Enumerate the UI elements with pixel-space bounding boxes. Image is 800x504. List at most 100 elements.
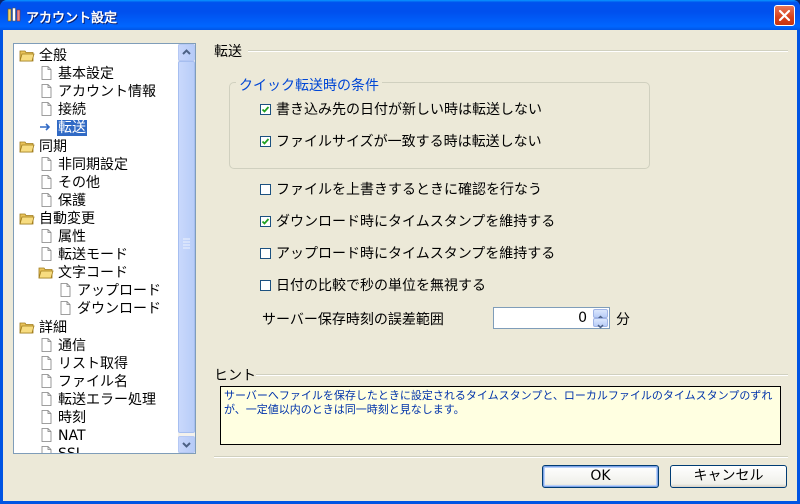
tree-item-label: 同期 (39, 138, 67, 155)
checkbox-box[interactable] (260, 248, 271, 259)
page-icon (38, 373, 54, 388)
page-icon (38, 355, 54, 370)
tree-item-label: 通信 (58, 337, 86, 354)
tree-item[interactable]: 転送 (38, 119, 87, 137)
page-icon (38, 446, 54, 453)
tree-item-label: 転送モード (58, 247, 128, 264)
tree-item[interactable]: 文字コード (38, 264, 129, 282)
tree-item-label: リスト取得 (58, 355, 128, 372)
tree-item[interactable]: NAT (38, 427, 87, 445)
tree-scrollbar[interactable] (178, 44, 195, 453)
tree-item[interactable]: 転送エラー処理 (38, 391, 157, 409)
tree-item[interactable]: 通信 (38, 337, 87, 355)
tree-item-label: 接続 (58, 102, 86, 119)
tree-item-label: 時刻 (58, 410, 86, 426)
spin-down-button[interactable] (593, 318, 608, 329)
checkbox-label: ファイルサイズが一致する時は転送しない (276, 134, 542, 150)
tree-item[interactable]: アカウント情報 (38, 83, 157, 101)
tree-item[interactable]: SSL (38, 445, 85, 453)
page-icon (57, 301, 73, 316)
tree-item[interactable]: 非同期設定 (38, 156, 129, 174)
account-settings-icon (7, 7, 21, 22)
chevron-down-icon (182, 442, 191, 448)
tree-item[interactable]: 保護 (38, 192, 87, 210)
tree-item-label: 詳細 (39, 319, 67, 336)
title-bar[interactable]: アカウント設定 (0, 0, 800, 30)
page-icon (38, 192, 54, 207)
checkbox-skip-same-size[interactable]: ファイルサイズが一致する時は転送しない (260, 133, 542, 151)
ok-button[interactable]: OK (542, 465, 659, 488)
tree-item[interactable]: 接続 (38, 101, 87, 119)
tree-item[interactable]: ファイル名 (38, 373, 129, 391)
checkbox-box[interactable] (260, 104, 271, 115)
tree-item[interactable]: リスト取得 (38, 355, 129, 373)
checkbox-box[interactable] (260, 184, 271, 195)
checkmark-icon (261, 106, 270, 113)
checkbox-ignore-seconds[interactable]: 日付の比較で秒の単位を無視する (260, 277, 486, 295)
tree-item-label: 保護 (58, 192, 86, 209)
checkbox-skip-newer[interactable]: 書き込み先の日付が新しい時は転送しない (260, 101, 542, 119)
tree-item[interactable]: 基本設定 (38, 65, 115, 83)
tree-item-label: その他 (58, 174, 100, 191)
tree-item-label: 基本設定 (58, 66, 114, 83)
tree-item[interactable]: 属性 (38, 228, 87, 246)
arrow-icon (38, 120, 54, 134)
folder-open-icon (19, 320, 35, 334)
dialog-window: アカウント設定 全般基本設定 アカウント情報 接続 転送 同期 非同期設定 その他 保護 自動変… (0, 0, 800, 504)
tree-item[interactable]: ダウンロード (57, 300, 162, 318)
checkbox-box[interactable] (260, 216, 271, 227)
tree-item-label: 非同期設定 (58, 156, 128, 173)
tree-item-label: 全般 (39, 48, 67, 64)
tree-item[interactable]: 詳細 (19, 319, 68, 337)
time-error-value[interactable]: 0 (578, 310, 587, 326)
checkbox-label: アップロード時にタイムスタンプを維持する (276, 246, 556, 262)
cancel-button[interactable]: キャンセル (670, 465, 787, 488)
page-icon (38, 410, 54, 424)
tree-item-label: NAT (58, 428, 86, 445)
scroll-down-button[interactable] (178, 436, 195, 453)
checkmark-icon (261, 218, 270, 225)
tree-item[interactable]: 全般 (19, 47, 68, 65)
page-icon (38, 337, 54, 352)
page-icon (38, 66, 54, 80)
checkbox-keep-timestamp-download[interactable]: ダウンロード時にタイムスタンプを維持する (260, 213, 555, 231)
quick-transfer-group-title: クイック転送時の条件 (236, 75, 382, 95)
tree-item[interactable]: その他 (38, 174, 101, 192)
tree-item-label: ファイル名 (58, 373, 128, 390)
page-icon (38, 156, 54, 171)
tree-item[interactable]: 自動変更 (19, 210, 96, 228)
scroll-thumb[interactable] (178, 61, 195, 433)
tree-item-label: 属性 (58, 229, 86, 245)
spin-up-button[interactable] (593, 309, 608, 320)
time-error-label: サーバー保存時刻の誤差範囲 (262, 312, 444, 328)
checkbox-label: 書き込み先の日付が新しい時は転送しない (276, 102, 542, 118)
page-icon (38, 391, 54, 406)
folder-open-icon (19, 48, 35, 62)
tree-item-label: 転送 (57, 120, 87, 137)
checkbox-box[interactable] (260, 136, 271, 147)
checkbox-keep-timestamp-upload[interactable]: アップロード時にタイムスタンプを維持する (260, 245, 555, 263)
close-button[interactable] (774, 5, 795, 26)
close-icon (778, 9, 791, 22)
chevron-up-icon (182, 49, 191, 55)
folder-open-icon (19, 139, 35, 153)
checkbox-confirm-overwrite[interactable]: ファイルを上書きするときに確認を行なう (260, 181, 542, 199)
checkbox-box[interactable] (260, 280, 271, 291)
scroll-up-button[interactable] (178, 44, 195, 61)
tree-item[interactable]: 時刻 (38, 409, 87, 427)
page-icon (38, 247, 54, 261)
checkbox-label: ファイルを上書きするときに確認を行なう (276, 182, 542, 198)
tree-item[interactable]: 転送モード (38, 246, 129, 264)
tree-item[interactable]: 同期 (19, 138, 68, 156)
quick-transfer-group (229, 82, 650, 169)
checkmark-icon (261, 138, 270, 145)
tree-item-label: SSL (57, 446, 85, 453)
settings-tree[interactable]: 全般基本設定 アカウント情報 接続 転送 同期 非同期設定 その他 保護 自動変更 属性転送モード… (13, 43, 196, 454)
spin-buttons[interactable] (593, 309, 608, 329)
tree-item-label: アップロード (77, 283, 161, 300)
page-icon (57, 283, 73, 298)
folder-open-icon (19, 211, 35, 225)
checkbox-label: ダウンロード時にタイムスタンプを維持する (276, 214, 556, 230)
time-error-spinbox[interactable]: 0 (493, 307, 610, 329)
tree-item[interactable]: アップロード (57, 282, 162, 300)
